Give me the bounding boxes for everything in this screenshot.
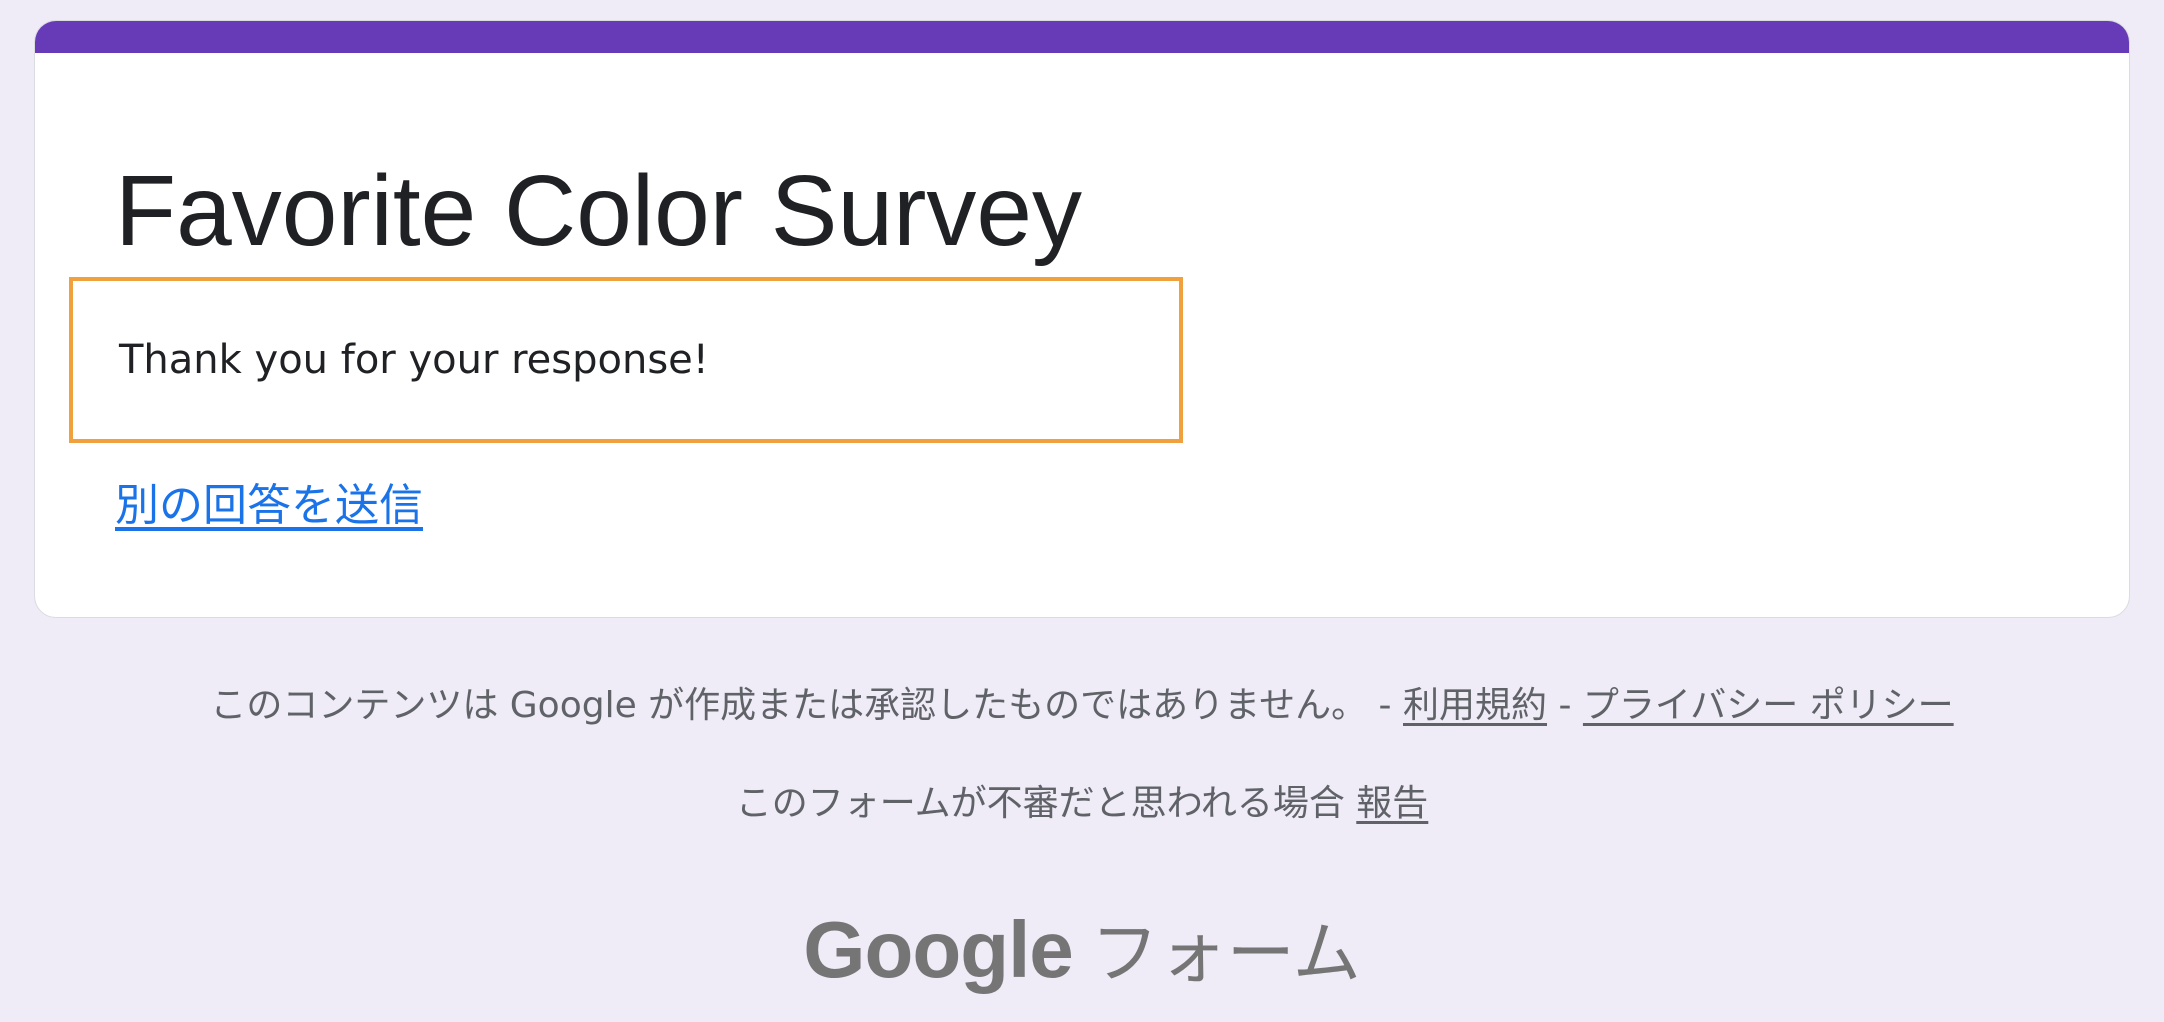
google-forms-logo[interactable]: Google フォーム [0, 898, 2164, 997]
forms-wordmark: フォーム [1090, 915, 1361, 994]
form-title: Favorite Color Survey [115, 155, 1082, 267]
terms-link[interactable]: 利用規約 [1403, 685, 1547, 726]
confirmation-highlight-box: Thank you for your response! [69, 277, 1183, 443]
report-link[interactable]: 報告 [1356, 783, 1428, 824]
report-prompt: このフォームが不審だと思われる場合 [735, 783, 1345, 824]
confirmation-message: Thank you for your response! [119, 337, 709, 383]
submit-another-response-link[interactable]: 別の回答を送信 [115, 469, 423, 533]
response-card: Favorite Color Survey Thank you for your… [34, 20, 2130, 618]
privacy-policy-link[interactable]: プライバシー ポリシー [1583, 685, 1954, 726]
footer-report: このフォームが不審だと思われる場合 報告 [0, 774, 2164, 826]
footer-separator: - [1558, 685, 1572, 726]
footer-disclaimer: このコンテンツは Google が作成または承認したものではありません。 - 利… [0, 676, 2164, 728]
card-accent-bar [35, 21, 2129, 53]
disclaimer-text: このコンテンツは Google が作成または承認したものではありません。 - [210, 685, 1392, 726]
google-wordmark: Google [803, 905, 1074, 994]
page: Favorite Color Survey Thank you for your… [0, 0, 2164, 1022]
